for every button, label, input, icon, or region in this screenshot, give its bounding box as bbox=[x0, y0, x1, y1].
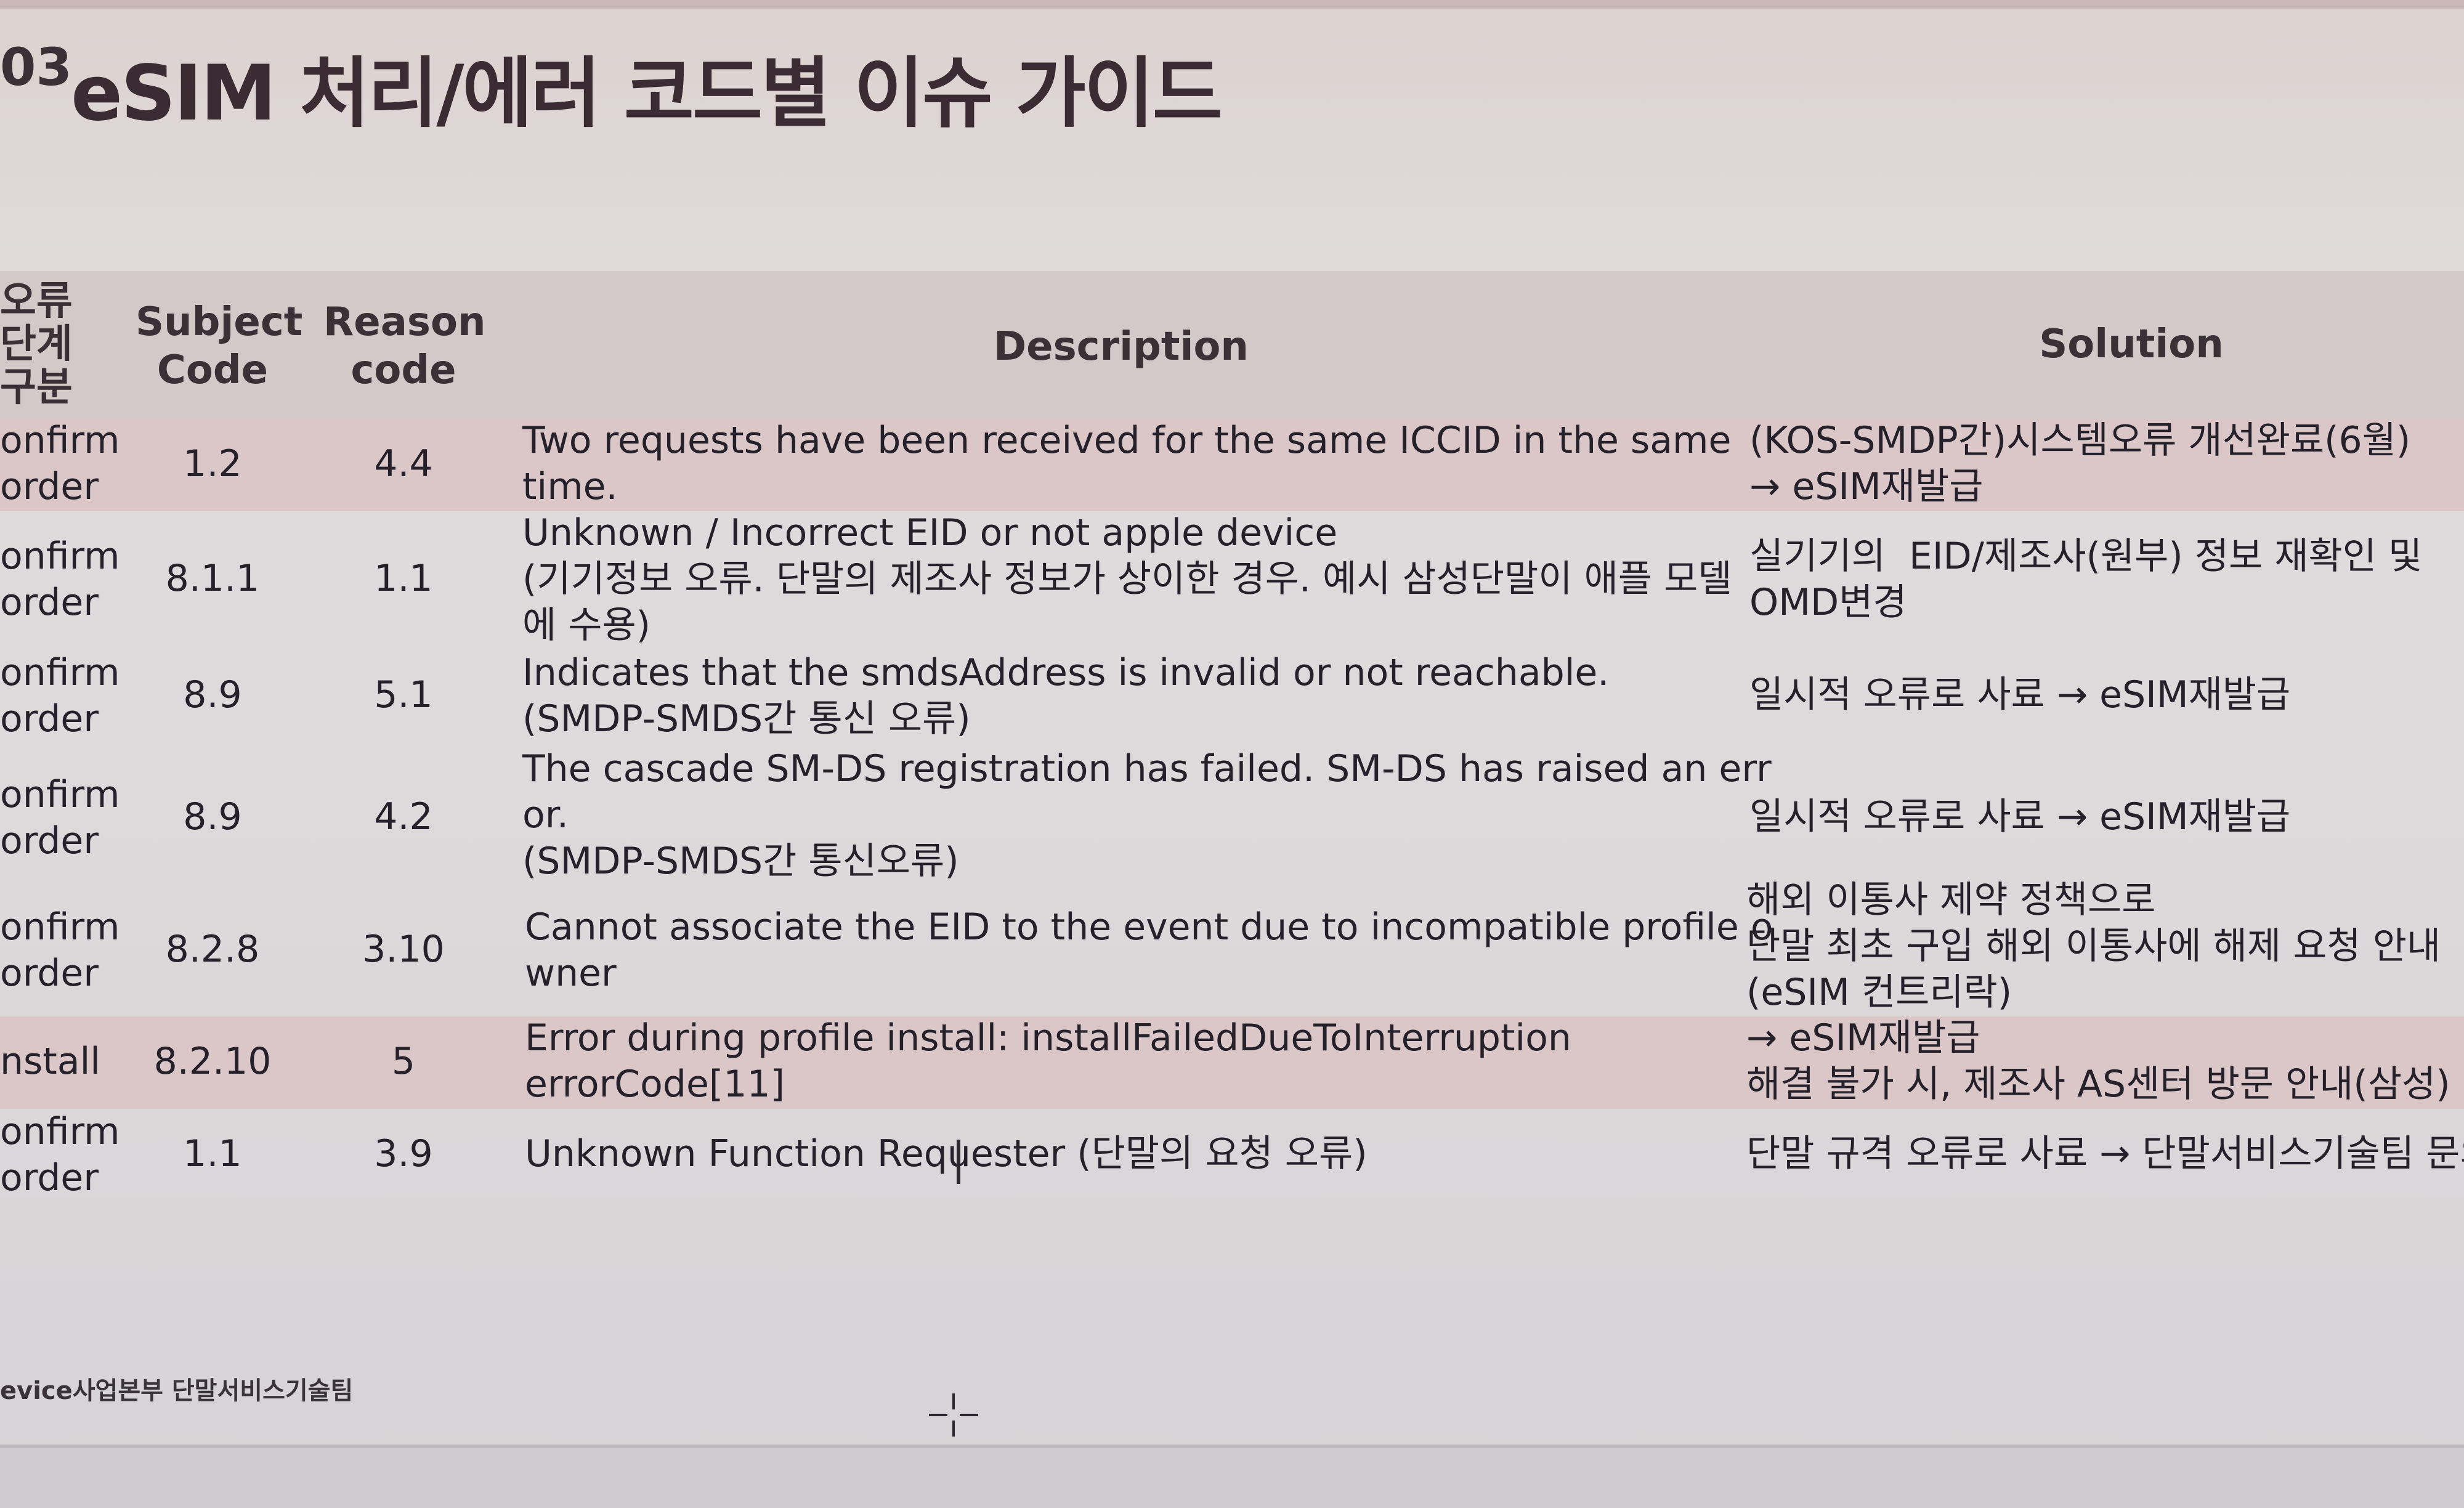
cell-solution: 일시적 오류로 사료 → eSIM재발급 bbox=[1749, 795, 2291, 838]
table-row: onfirm order 1.2 4.4 Two requests have b… bbox=[0, 419, 2464, 511]
cell-subject-code: 1.1 bbox=[183, 1132, 242, 1175]
cell-description: Unknown Function Requester (단말의 요청 오류) bbox=[525, 1132, 1368, 1175]
cell-subject-code: 8.1.1 bbox=[165, 557, 260, 600]
header-stage: 오류 단계 구분 bbox=[0, 278, 73, 410]
cell-solution: 실기기의 EID/제조사(원부) 정보 재확인 및 OMD변경 bbox=[1749, 535, 2423, 624]
table-row: onfirm order 8.1.1 1.1 Unknown / Incorre… bbox=[0, 511, 2464, 650]
cell-subject-code: 8.2.10 bbox=[153, 1040, 272, 1083]
cell-solution: 단말 규격 오류로 사료 → 단말서비스기술팀 문의 bbox=[1746, 1132, 2464, 1175]
cell-subject-code: 1.2 bbox=[183, 442, 242, 485]
cell-description: Unknown / Incorrect EID or not apple dev… bbox=[522, 511, 1732, 647]
header-solution: Solution bbox=[2039, 322, 2224, 367]
cell-reason-code: 5.1 bbox=[374, 673, 433, 716]
cell-subject-code: 8.9 bbox=[183, 673, 242, 716]
bottom-band bbox=[0, 1448, 2464, 1508]
cell-description: Indicates that the smdsAddress is invali… bbox=[522, 651, 1610, 740]
cell-description: The cascade SM-DS registration has faile… bbox=[522, 747, 1772, 883]
table-row: onfirm order 8.9 5.1 Indicates that the … bbox=[0, 650, 2464, 742]
cell-reason-code: 4.2 bbox=[374, 795, 433, 838]
cell-solution: 일시적 오류로 사료 → eSIM재발급 bbox=[1749, 673, 2291, 716]
header-description: Description bbox=[994, 324, 1249, 370]
cell-description: Error during profile install: installFai… bbox=[525, 1016, 1571, 1106]
cell-solution: → eSIM재발급 해결 불가 시, 제조사 AS센터 방문 안내(삼성) bbox=[1746, 1016, 2450, 1106]
cell-reason-code: 3.9 bbox=[374, 1132, 433, 1175]
top-edge-strip bbox=[0, 0, 2464, 9]
table-row: onfirm order 8.9 4.2 The cascade SM-DS r… bbox=[0, 742, 2464, 883]
cell-reason-code: 4.4 bbox=[374, 442, 433, 485]
cell-stage: nstall bbox=[0, 1040, 100, 1083]
cell-stage: onfirm order bbox=[0, 651, 120, 740]
table-row: onfirm order 1.1 3.9 Unknown Function Re… bbox=[0, 1109, 2464, 1201]
page-title: eSIM 처리/에러 코드별 이슈 가이드 bbox=[71, 49, 1223, 138]
cell-subject-code: 8.9 bbox=[183, 795, 242, 838]
cell-stage: onfirm order bbox=[0, 773, 120, 862]
table-row: onfirm order 8.2.8 3.10 Cannot associate… bbox=[0, 878, 2464, 1016]
cell-reason-code: 3.10 bbox=[362, 928, 445, 971]
cell-description: Cannot associate the EID to the event du… bbox=[525, 906, 1773, 995]
cell-stage: onfirm order bbox=[0, 419, 120, 508]
table-row: nstall 8.2.10 5 Error during profile ins… bbox=[0, 1016, 2464, 1109]
cell-reason-code: 1.1 bbox=[374, 557, 433, 600]
cell-subject-code: 8.2.8 bbox=[165, 928, 260, 971]
cell-stage: onfirm order bbox=[0, 1110, 120, 1199]
cell-solution: 해외 이통사 제약 정책으로 단말 최초 구입 해외 이통사에 해제 요청 안내… bbox=[1746, 878, 2441, 1014]
cell-description: Two requests have been received for the … bbox=[522, 419, 1732, 508]
cell-solution: (KOS-SMDP간)시스템오류 개선완료(6월) → eSIM재발급 bbox=[1749, 419, 2411, 508]
text-cursor bbox=[957, 1140, 960, 1184]
footer-department: evice사업본부 단말서비스기술팀 bbox=[0, 1377, 354, 1405]
header-reason-code: Reason code bbox=[323, 299, 486, 393]
document-page: 03 eSIM 처리/에러 코드별 이슈 가이드 오류 단계 구분 Subjec… bbox=[0, 0, 2464, 1508]
table-header-row: 오류 단계 구분 Subject Code Reason code Descri… bbox=[0, 271, 2464, 419]
cell-reason-code: 5 bbox=[391, 1040, 416, 1083]
header-subject-code: Subject Code bbox=[136, 299, 303, 393]
crosshair-cursor-icon bbox=[929, 1393, 978, 1437]
cell-stage: onfirm order bbox=[0, 906, 120, 995]
section-number: 03 bbox=[0, 37, 72, 97]
cell-stage: onfirm order bbox=[0, 535, 120, 624]
